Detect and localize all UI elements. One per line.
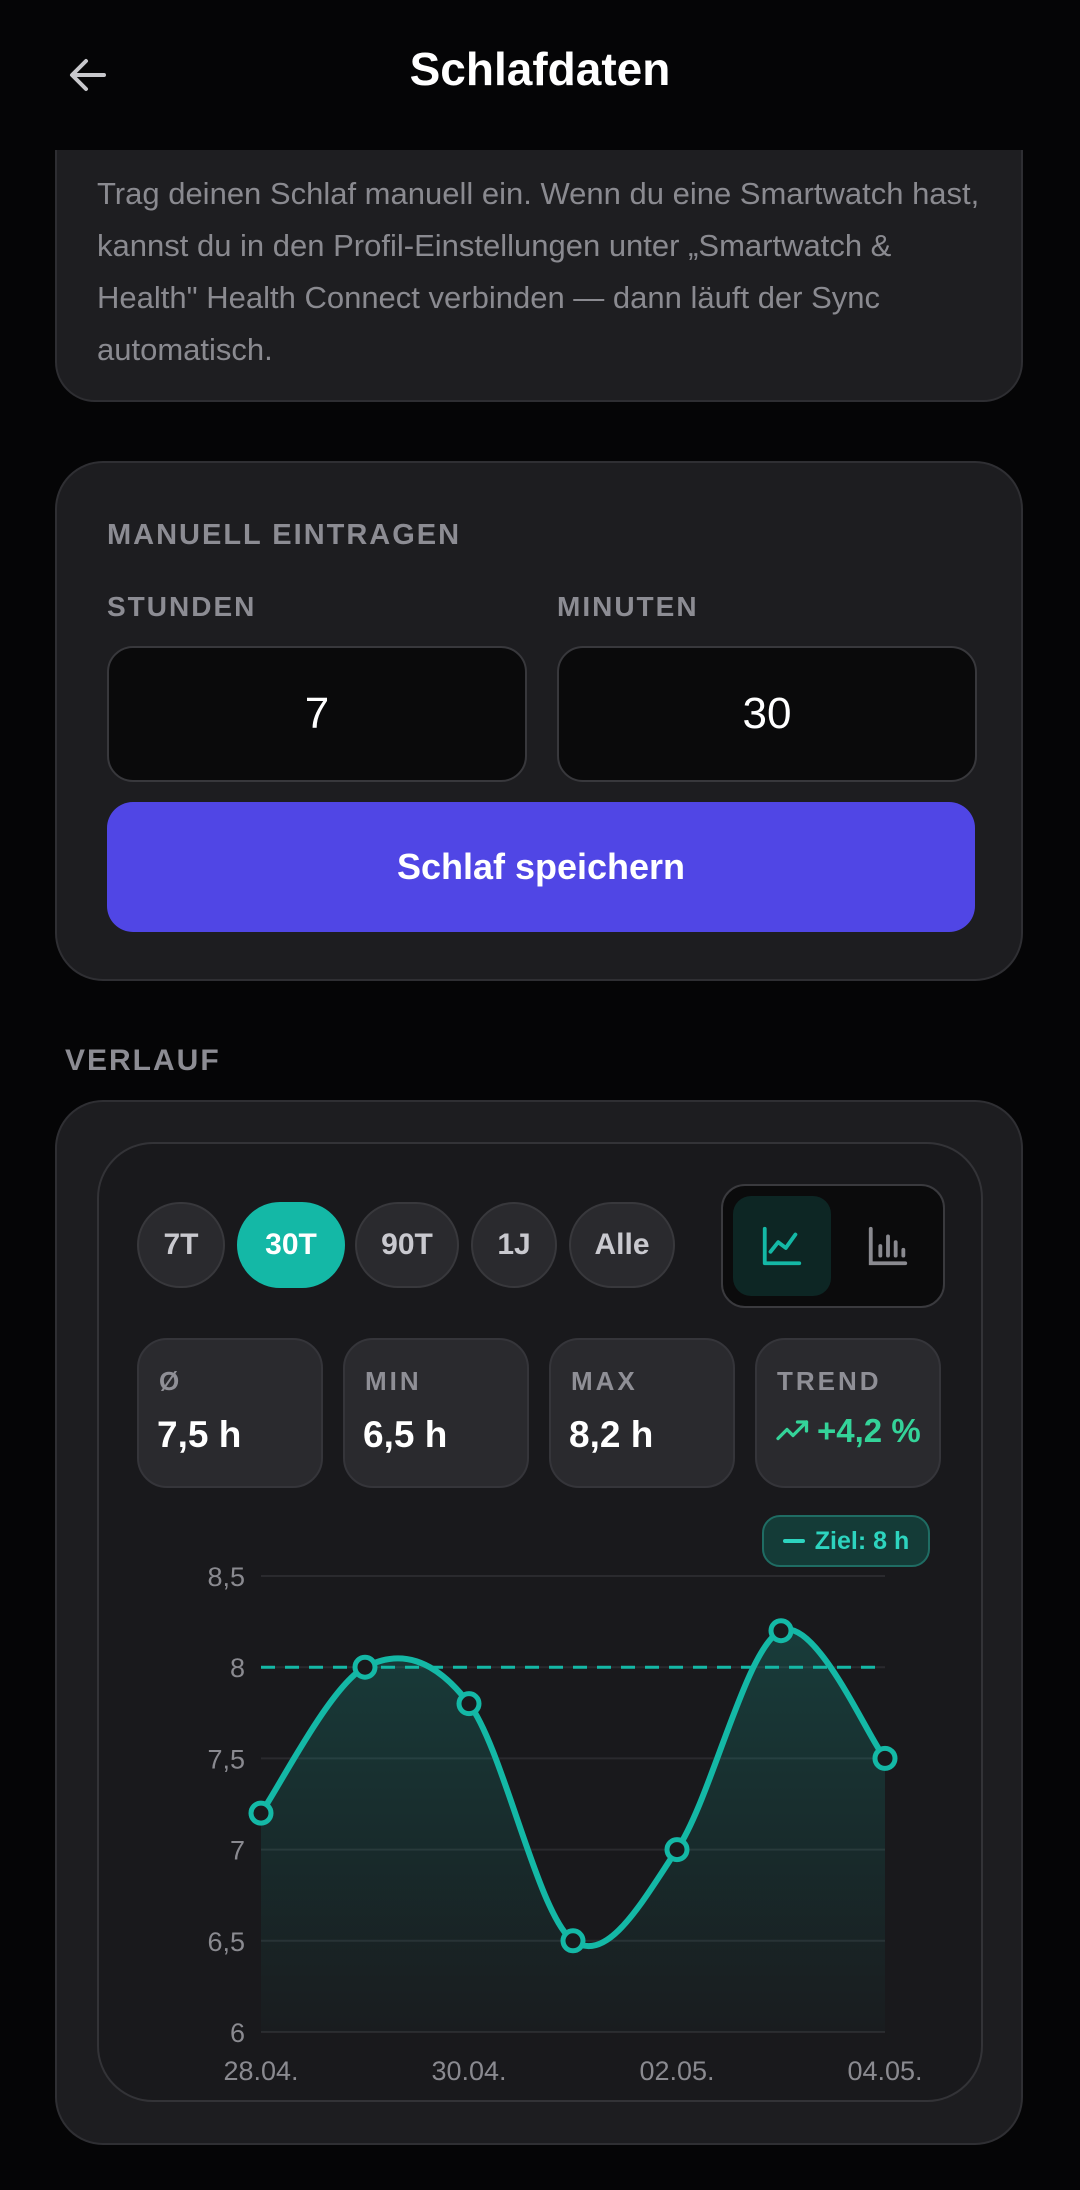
info-text: Trag deinen Schlaf manuell ein. Wenn du … <box>97 176 980 367</box>
y-tick-label: 8,5 <box>207 1562 245 1592</box>
y-tick-label: 6 <box>230 2018 245 2048</box>
data-point <box>456 1691 482 1717</box>
series-area <box>261 1629 885 2032</box>
minutes-input[interactable]: 30 <box>557 646 977 782</box>
data-point <box>560 1928 586 1954</box>
info-card: Trag deinen Schlaf manuell ein. Wenn du … <box>55 120 1023 402</box>
history-card: 7T 30T 90T 1J Alle Ø 7,5 h MIN 6,5 h MAX… <box>55 1100 1023 2145</box>
data-point <box>248 1800 274 1826</box>
y-tick-label: 8 <box>230 1653 245 1683</box>
sleep-line-chart: 8,5 8 7,5 7 6,5 6 28.04. 30.04. 02.05. 04.05. <box>207 1562 922 2086</box>
history-label: VERLAUF <box>65 1044 221 1077</box>
page-title: Schlafdaten <box>409 43 671 95</box>
data-point <box>872 1745 898 1771</box>
hours-input[interactable]: 7 <box>107 646 527 782</box>
app-header: Schlafdaten <box>0 0 1080 150</box>
y-tick-label: 6,5 <box>207 1927 245 1957</box>
y-tick-label: 7 <box>230 1836 245 1866</box>
save-sleep-button[interactable]: Schlaf speichern <box>107 802 975 932</box>
y-tick-label: 7,5 <box>207 1744 245 1774</box>
data-point <box>352 1654 378 1680</box>
x-tick-label: 02.05. <box>639 2056 714 2086</box>
x-tick-label: 04.05. <box>847 2056 922 2086</box>
history-chart-card: 7T 30T 90T 1J Alle Ø 7,5 h MIN 6,5 h MAX… <box>97 1142 983 2102</box>
x-tick-label: 28.04. <box>223 2056 298 2086</box>
minutes-label: MINUTEN <box>557 591 699 622</box>
hours-label: STUNDEN <box>107 591 257 622</box>
data-point <box>664 1837 690 1863</box>
data-point <box>768 1618 794 1644</box>
manual-entry-label: MANUELL EINTRAGEN <box>107 519 462 551</box>
manual-entry-card: MANUELL EINTRAGEN STUNDEN MINUTEN 7 30 S… <box>55 461 1023 981</box>
x-tick-label: 30.04. <box>431 2056 506 2086</box>
